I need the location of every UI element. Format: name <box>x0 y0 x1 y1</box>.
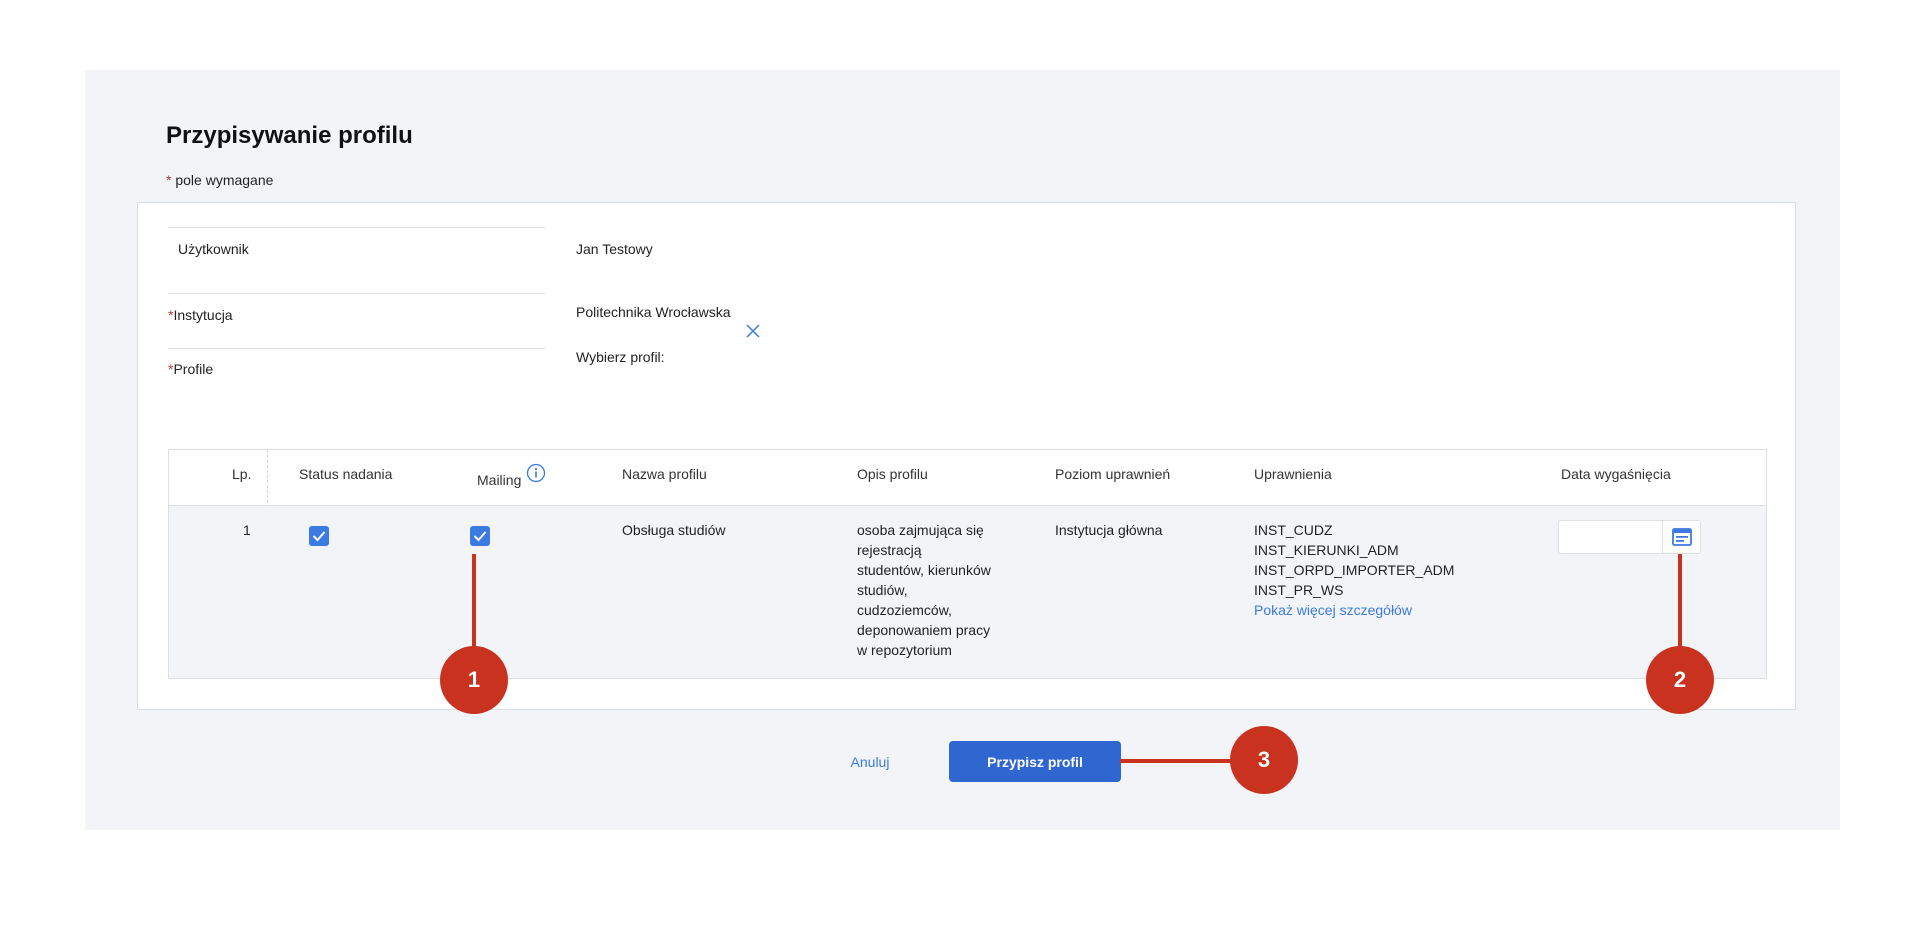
annotation-marker-1: 1 <box>440 646 508 714</box>
description-line: deponowaniem pracy <box>857 622 991 638</box>
profile-label: *Profile <box>168 361 213 377</box>
status-checkbox[interactable] <box>309 526 329 546</box>
row-profile-name: Obsługa studiów <box>622 522 726 538</box>
profile-prompt: Wybierz profil: <box>576 349 665 365</box>
expiry-date-input[interactable] <box>1558 520 1701 554</box>
page-title: Przypisywanie profilu <box>166 122 413 149</box>
header-level: Poziom uprawnień <box>1055 466 1171 482</box>
profile-label-text: Profile <box>173 361 214 377</box>
calendar-button[interactable] <box>1662 521 1700 553</box>
description-line: rejestracją <box>857 542 922 558</box>
header-mailing: Mailing <box>477 472 522 488</box>
profiles-table: Lp. Status nadania Mailing Nazwa profilu… <box>168 449 1767 679</box>
required-star: * <box>166 172 172 188</box>
user-label: Użytkownik <box>178 241 249 257</box>
header-description: Opis profilu <box>857 466 928 482</box>
description-line: w repozytorium <box>857 642 952 658</box>
description-line: studentów, kierunków <box>857 562 991 578</box>
description-line: cudzoziemców, <box>857 602 952 618</box>
permission-item: INST_CUDZ <box>1254 522 1333 538</box>
header-expiry: Data wygaśnięcia <box>1561 466 1671 482</box>
check-icon <box>312 531 326 542</box>
page-panel: Przypisywanie profilu * pole wymagane Uż… <box>85 70 1840 830</box>
institution-label: *Instytucja <box>168 307 233 323</box>
annotation-line <box>1120 759 1240 763</box>
permission-item: INST_KIERUNKI_ADM <box>1254 542 1399 558</box>
check-icon <box>473 531 487 542</box>
annotation-marker-3: 3 <box>1230 726 1298 794</box>
mailing-checkbox[interactable] <box>470 526 490 546</box>
divider <box>168 348 545 349</box>
assign-profile-button[interactable]: Przypisz profil <box>949 741 1121 782</box>
row-profile-description: osoba zajmująca się rejestracją studentó… <box>857 520 991 660</box>
table-header: Lp. Status nadania Mailing Nazwa profilu… <box>169 450 1766 506</box>
required-note: * pole wymagane <box>166 172 273 188</box>
header-lp: Lp. <box>232 466 252 482</box>
form-card: Użytkownik Jan Testowy *Instytucja Polit… <box>137 202 1796 710</box>
user-value: Jan Testowy <box>576 241 653 257</box>
institution-value: Politechnika Wrocławska <box>576 304 731 320</box>
description-line: studiów, <box>857 582 908 598</box>
show-more-link[interactable]: Pokaż więcej szczegółów <box>1254 600 1454 620</box>
info-icon[interactable] <box>526 463 546 483</box>
table-row: 1 Obsługa studiów osoba zajmująca się re… <box>169 506 1766 678</box>
header-status: Status nadania <box>299 466 393 482</box>
row-permissions: INST_CUDZ INST_KIERUNKI_ADM INST_ORPD_IM… <box>1254 520 1454 620</box>
cancel-button[interactable]: Anuluj <box>840 747 900 777</box>
divider <box>168 227 545 228</box>
institution-label-text: Instytucja <box>173 307 233 323</box>
required-note-text: pole wymagane <box>175 172 274 188</box>
header-permissions: Uprawnienia <box>1254 466 1332 482</box>
annotation-marker-2: 2 <box>1646 646 1714 714</box>
header-name: Nazwa profilu <box>622 466 707 482</box>
description-line: osoba zajmująca się <box>857 522 984 538</box>
calendar-icon <box>1672 528 1692 546</box>
divider <box>168 293 545 294</box>
clear-institution-icon[interactable] <box>746 324 760 338</box>
row-lp: 1 <box>243 522 251 538</box>
permission-item: INST_PR_WS <box>1254 582 1344 598</box>
permission-item: INST_ORPD_IMPORTER_ADM <box>1254 562 1455 578</box>
row-permission-level: Instytucja główna <box>1055 522 1163 538</box>
